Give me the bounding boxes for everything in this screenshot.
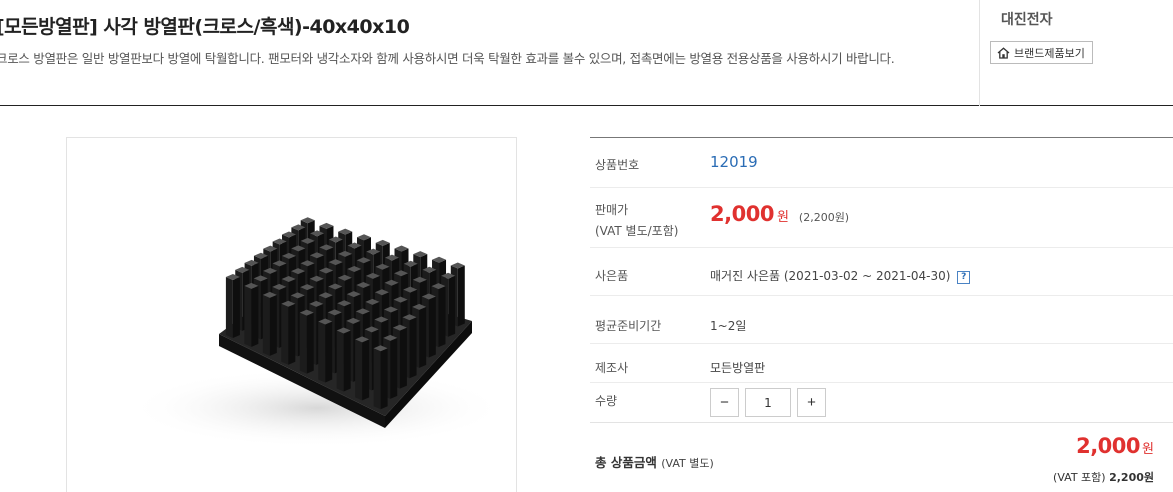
price-unit: 원 xyxy=(776,210,789,225)
prep-value: 1~2일 xyxy=(710,319,747,333)
total-price-group: 2,000 원 xyxy=(1076,434,1154,458)
maker-value: 모든방열판 xyxy=(710,361,766,375)
price-label-line2: (VAT 별도/포함) xyxy=(595,224,679,238)
code-value: 12019 xyxy=(710,153,758,171)
gift-value: 매거진 사은품 (2021-03-02 ~ 2021-04-30) xyxy=(710,269,951,283)
price-value-group: 2,000 원 (2,200원) xyxy=(710,202,849,226)
info-row-prep: 평균준비기간 1~2일 xyxy=(590,296,1173,344)
info-row-gift: 사은품 매거진 사은품 (2021-03-02 ~ 2021-04-30) ? xyxy=(590,248,1173,296)
total-vat-value: 2,200원 xyxy=(1109,471,1154,484)
help-icon[interactable]: ? xyxy=(957,271,971,284)
total-price-value: 2,000 xyxy=(1076,434,1141,458)
price-value: 2,000 xyxy=(710,202,774,226)
home-icon xyxy=(997,46,1010,59)
info-row-code: 상품번호 12019 xyxy=(590,138,1173,188)
gift-value-wrap: 매거진 사은품 (2021-03-02 ~ 2021-04-30) ? xyxy=(710,267,971,284)
maker-label: 제조사 xyxy=(595,361,629,375)
product-title: [모든방열판] 사각 방열판(크로스/흑색)-40x40x10 xyxy=(0,16,410,38)
product-header: [모든방열판] 사각 방열판(크로스/흑색)-40x40x10 크로스 방열판은… xyxy=(0,0,1173,106)
total-label-note: (VAT 별도) xyxy=(661,457,714,470)
brand-products-button[interactable]: 브랜드제품보기 xyxy=(990,41,1093,64)
gift-label: 사은품 xyxy=(595,269,629,283)
info-row-maker: 제조사 모든방열판 xyxy=(590,344,1173,383)
price-label-line1: 판매가 xyxy=(595,203,629,217)
product-image[interactable] xyxy=(66,137,517,492)
product-info-table: 상품번호 12019 판매가 (VAT 별도/포함) 2,000 원 (2,20… xyxy=(590,137,1173,423)
total-vat-group: (VAT 포함) 2,200원 xyxy=(1053,469,1154,485)
total-label-group: 총 상품금액 (VAT 별도) xyxy=(595,452,714,471)
brand-products-label: 브랜드제품보기 xyxy=(1014,46,1085,60)
brand-name: 대진전자 xyxy=(1001,12,1053,28)
header-divider xyxy=(979,0,980,106)
total-price-unit: 원 xyxy=(1142,442,1154,457)
price-vat: (2,200원) xyxy=(798,211,850,224)
quantity-label: 수량 xyxy=(595,394,618,408)
info-row-quantity: 수량 − + xyxy=(590,383,1173,423)
code-label: 상품번호 xyxy=(595,158,640,172)
quantity-input[interactable] xyxy=(745,388,791,417)
product-description: 크로스 방열판은 일반 방열판보다 방열에 탁월합니다. 팬모터와 냉각소자와 … xyxy=(0,51,895,66)
total-vat-label: (VAT 포함) xyxy=(1053,471,1106,484)
heatsink-image xyxy=(127,217,507,448)
total-label: 총 상품금액 xyxy=(595,455,657,470)
info-row-price: 판매가 (VAT 별도/포함) 2,000 원 (2,200원) xyxy=(590,188,1173,248)
quantity-stepper: − + xyxy=(710,388,826,417)
quantity-plus-button[interactable]: + xyxy=(797,388,826,417)
price-label: 판매가 (VAT 별도/포함) xyxy=(595,200,678,242)
prep-label: 평균준비기간 xyxy=(595,319,662,333)
quantity-minus-button[interactable]: − xyxy=(710,388,739,417)
